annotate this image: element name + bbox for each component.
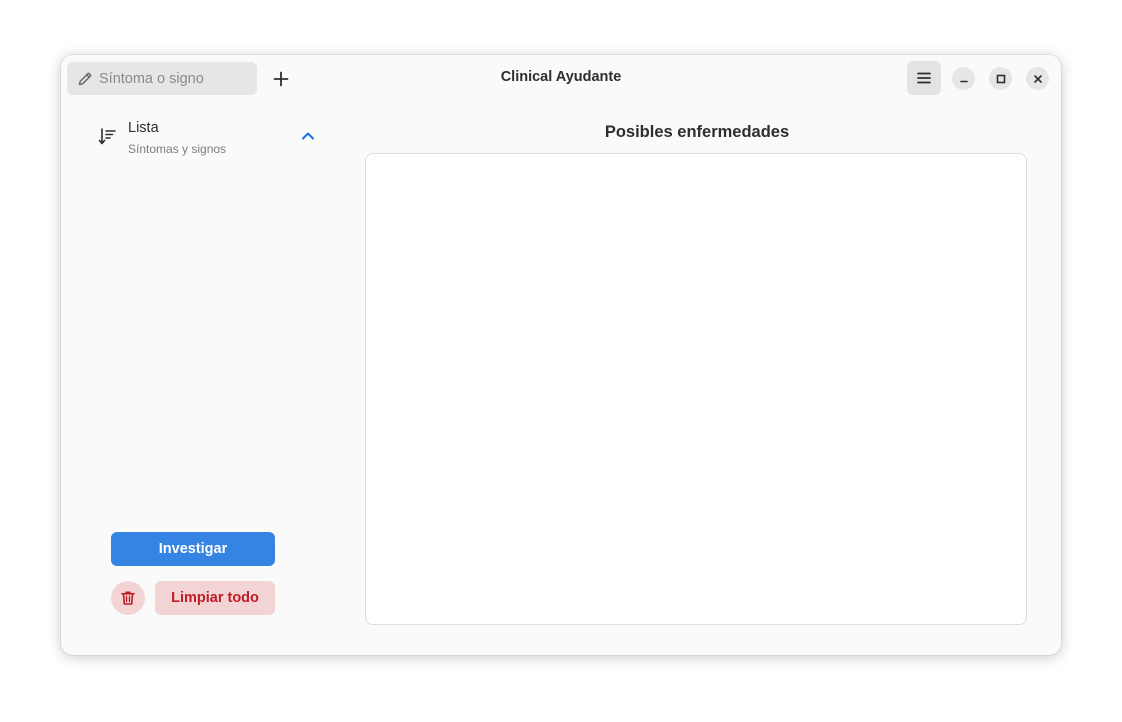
- plus-icon: [273, 71, 289, 86]
- results-heading: Posibles enfermedades: [604, 123, 790, 141]
- pencil-icon: [77, 71, 93, 87]
- close-button[interactable]: [1026, 67, 1049, 90]
- results-list: [365, 153, 1027, 625]
- investigate-button[interactable]: Investigar: [111, 532, 275, 566]
- main-menu-button[interactable]: [907, 61, 941, 95]
- hamburger-menu-icon: [917, 72, 931, 84]
- list-title: Lista: [128, 120, 159, 136]
- symptom-search-input[interactable]: [99, 70, 249, 87]
- minimize-button[interactable]: [952, 67, 975, 90]
- minimize-icon: [959, 80, 968, 82]
- maximize-button[interactable]: [989, 67, 1012, 90]
- app-window: Clinical Ayudante Lista Síntomas y signo…: [61, 55, 1061, 655]
- close-icon: [1033, 74, 1042, 83]
- add-symptom-button[interactable]: [264, 62, 298, 95]
- clear-all-button[interactable]: Limpiar todo: [155, 581, 275, 615]
- list-subtitle: Síntomas y signos: [128, 142, 227, 156]
- chevron-up-icon[interactable]: [300, 128, 316, 144]
- trash-icon: [121, 591, 135, 605]
- symptom-list-expander[interactable]: Lista Síntomas y signos: [97, 119, 322, 159]
- symptom-search-entry[interactable]: [67, 62, 257, 95]
- sort-list-icon: [98, 128, 116, 145]
- maximize-icon: [996, 74, 1005, 83]
- delete-button[interactable]: [111, 581, 145, 615]
